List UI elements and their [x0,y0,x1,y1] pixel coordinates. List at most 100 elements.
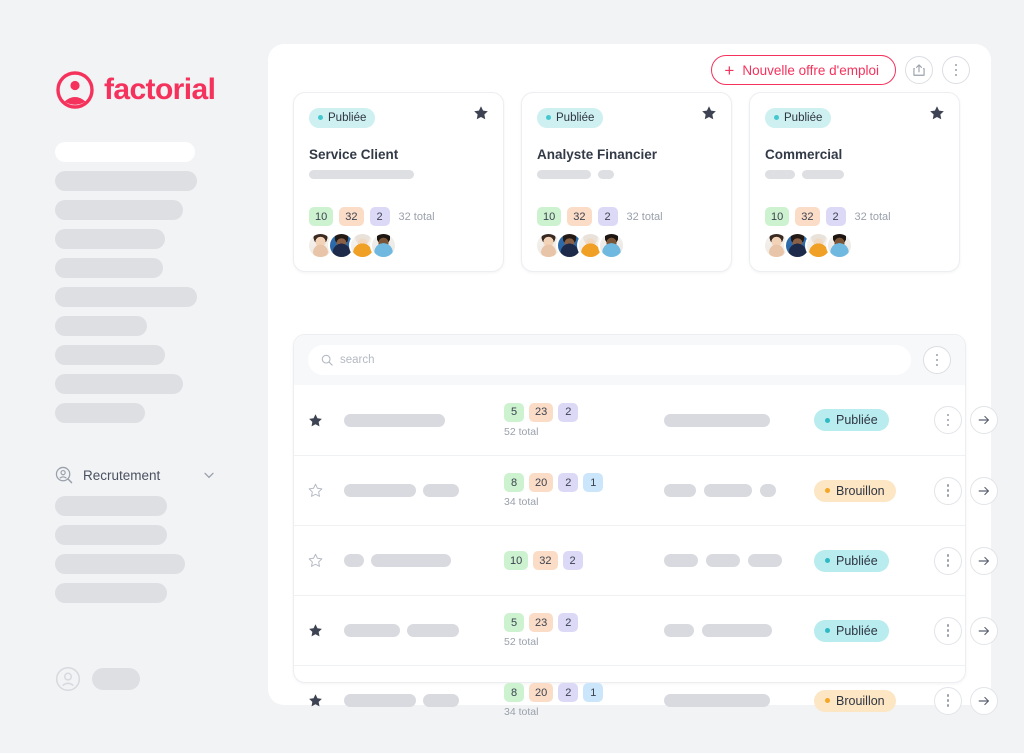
card-star-button[interactable] [473,105,489,126]
status-badge: Brouillon [814,479,896,502]
star-filled-icon [309,624,322,637]
share-export-button[interactable] [905,56,933,84]
row-name-placeholder [371,554,451,567]
row-name-placeholder [344,554,364,567]
card-counts: 10 32 2 32 total [537,207,663,226]
row-star-button[interactable] [308,483,344,498]
card-subtitle [537,169,716,179]
status-label: Brouillon [836,483,885,498]
row-count-badge: 2 [558,402,579,422]
panel-more-button[interactable] [942,56,970,84]
row-counts: 8 20 2 1 34 total [504,683,664,718]
row-star-button[interactable] [308,553,344,568]
row-tag-placeholder [664,413,770,427]
list-header: search [294,335,965,385]
row-count-badge: 8 [504,473,524,492]
row-count-badge: 20 [529,473,554,492]
row-name [344,694,504,707]
row-open-button[interactable] [970,616,998,645]
arrow-right-icon [978,486,989,495]
row-count-badge: 5 [504,402,524,422]
table-row[interactable]: 5 23 2 52 total Publiée [294,595,998,665]
row-status: Publiée [814,549,934,572]
table-row[interactable]: 8 20 2 1 34 total Brouillon [294,665,998,735]
sidebar-item-placeholder[interactable] [55,258,163,278]
table-row[interactable]: 8 20 2 1 34 total Brouillon [294,455,998,525]
row-name-placeholder [423,694,459,707]
row-more-button[interactable] [934,476,962,505]
row-count-badge: 2 [558,613,579,632]
app-root: factorial Recrutement + Nouvelle offre d… [0,0,1024,753]
row-more-button[interactable] [934,546,962,575]
row-name [344,624,504,637]
more-vertical-icon [946,694,950,707]
row-count-badge: 32 [533,551,558,570]
card-title: Service Client [309,146,399,162]
jobs-list-rows: 5 23 2 52 total Publiée 8 20 2 1 34 total Brouillo… [294,385,998,735]
job-card[interactable]: Publiée Analyste Financier 10 32 2 32 total [521,92,732,272]
sidebar-item-placeholder[interactable] [55,287,197,307]
user-search-icon [55,466,73,484]
row-tag-placeholder [702,624,772,637]
card-star-button[interactable] [701,105,717,126]
sidebar-item-label: Recrutement [83,467,161,483]
sidebar-item-placeholder[interactable] [55,374,183,394]
sidebar-item-placeholder[interactable] [55,403,145,423]
row-count-badge: 20 [529,683,554,702]
sidebar-item-placeholder[interactable] [55,316,147,336]
status-dot-icon [825,698,830,703]
card-count-badge: 32 [339,207,364,226]
row-more-button[interactable] [934,406,962,434]
star-filled-icon [930,106,944,120]
sidebar-item-recrutement[interactable]: Recrutement [55,466,215,484]
row-count-badge: 1 [583,683,604,702]
row-more-button[interactable] [934,616,962,645]
row-open-button[interactable] [970,686,998,715]
row-tags [664,624,814,637]
sidebar-subitem-placeholder[interactable] [55,525,167,545]
card-status-label: Publiée [784,111,823,124]
star-filled-icon [309,413,322,426]
table-row[interactable]: 10 32 2 Publiée [294,525,998,595]
sidebar-subitem-placeholder[interactable] [55,496,167,516]
row-open-button[interactable] [970,546,998,575]
card-total-label: 32 total [398,210,435,223]
row-star-button[interactable] [308,413,344,428]
brand-logo[interactable]: factorial [55,70,216,110]
job-card[interactable]: Publiée Commercial 10 32 2 32 total [749,92,960,272]
jobs-list-card: search 5 23 2 52 total Publiée 8 20 2 1 34 total B… [293,334,998,718]
sidebar-subitem-placeholder[interactable] [55,583,167,603]
card-subtitle [765,169,944,179]
job-card[interactable]: Publiée Service Client 10 32 2 32 total [293,92,504,272]
table-row[interactable]: 5 23 2 52 total Publiée [294,385,998,455]
card-subtitle-placeholder [802,169,844,179]
sidebar-item-placeholder[interactable] [55,142,195,162]
more-vertical-icon [946,554,950,567]
chevron-down-icon [204,472,214,479]
card-avatars [535,232,625,259]
row-actions [934,686,998,715]
row-open-button[interactable] [970,406,998,434]
new-job-button[interactable]: + Nouvelle offre d'emploi [711,55,896,85]
list-more-button[interactable] [923,346,951,374]
row-more-button[interactable] [934,686,962,715]
row-star-button[interactable] [308,623,344,638]
sidebar-item-placeholder[interactable] [55,229,165,249]
row-star-button[interactable] [308,693,344,708]
sidebar-item-placeholder[interactable] [55,171,197,191]
sidebar-item-placeholder[interactable] [55,200,183,220]
arrow-right-icon [978,415,989,425]
row-open-button[interactable] [970,476,998,505]
row-name-placeholder [344,624,400,637]
card-subtitle-placeholder [765,169,795,179]
new-job-label: Nouvelle offre d'emploi [742,62,879,78]
row-tag-placeholder [664,484,696,497]
sidebar-subitem-placeholder[interactable] [55,554,185,574]
sidebar-item-placeholder[interactable] [55,345,165,365]
search-input[interactable]: search [308,345,911,375]
card-star-button[interactable] [929,105,945,126]
row-counts: 5 23 2 52 total [504,402,664,438]
card-title: Commercial [765,146,843,162]
status-badge: Brouillon [814,689,896,712]
sidebar-user[interactable] [55,666,140,692]
